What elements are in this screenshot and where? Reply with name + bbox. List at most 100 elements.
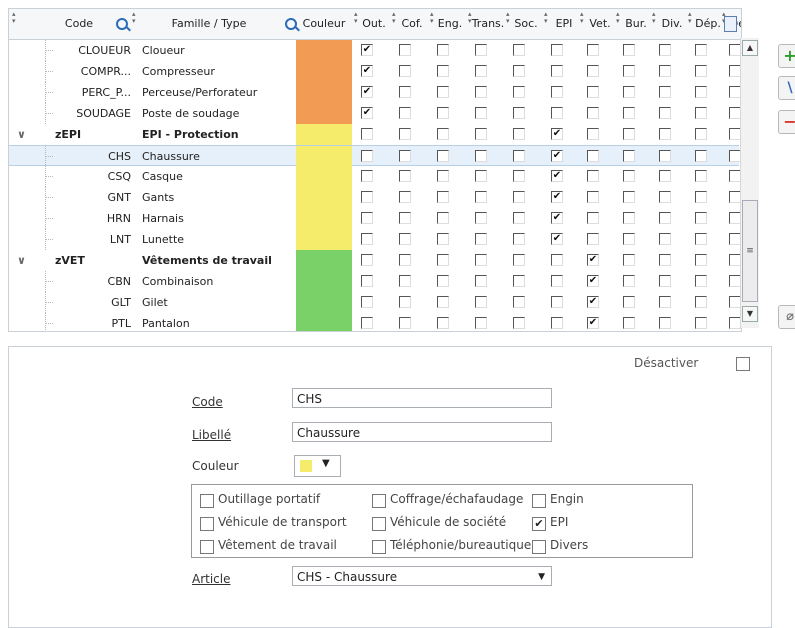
header-flag[interactable]: Div. [655,9,689,39]
flag-checkbox[interactable] [437,296,449,308]
flag-checkbox[interactable] [513,254,525,266]
search-code-icon[interactable] [116,18,128,30]
edit-button[interactable]: \ [778,76,795,100]
flag-checkbox[interactable] [513,275,525,287]
flag-checkbox[interactable] [513,107,525,119]
flag-checkbox[interactable]: ✔ [587,254,599,266]
flag-checkbox[interactable] [623,275,635,287]
flag-checkbox[interactable] [399,233,411,245]
flag-checkbox[interactable] [475,317,487,329]
family-grid[interactable]: ▴ ▾ Code ▴ ▾ Famille / Type Couleur ▴ ▾ Out.… [8,8,742,332]
table-row[interactable]: CSQ Casque ✔ [9,166,741,187]
flag-checkbox[interactable] [475,65,487,77]
header-flag[interactable]: Cof. [395,9,429,39]
flag-checkbox[interactable] [475,150,487,162]
flag-checkbox[interactable]: ✔ [551,212,563,224]
flag-checkbox[interactable] [361,150,373,162]
header-flag[interactable]: EPI [547,9,581,39]
flag-checkbox[interactable] [659,170,671,182]
flag-checkbox[interactable] [361,275,373,287]
couleur-picker[interactable]: ▼ [294,455,341,477]
option-checkbox[interactable]: ✔ [532,517,546,531]
flag-checkbox[interactable] [437,150,449,162]
flag-checkbox[interactable] [623,317,635,329]
flag-checkbox[interactable]: ✔ [587,275,599,287]
flag-checkbox[interactable] [587,44,599,56]
flag-checkbox[interactable]: ✔ [551,150,563,162]
flag-checkbox[interactable] [475,107,487,119]
flag-checkbox[interactable] [695,44,707,56]
flag-checkbox[interactable] [551,107,563,119]
flag-checkbox[interactable] [361,191,373,203]
flag-checkbox[interactable] [659,191,671,203]
flag-checkbox[interactable] [551,296,563,308]
flag-checkbox[interactable] [551,86,563,98]
flag-checkbox[interactable] [659,128,671,140]
sort-indicator-icon[interactable]: ▴▾ [12,11,16,25]
flag-checkbox[interactable] [695,275,707,287]
flag-checkbox[interactable] [623,44,635,56]
add-button[interactable]: + [778,44,795,68]
option-checkbox[interactable] [200,517,214,531]
header-flag[interactable]: Out. [357,9,391,39]
flag-checkbox[interactable] [659,107,671,119]
table-row[interactable]: SOUDAGE Poste de soudage ✔ [9,103,741,124]
flag-checkbox[interactable]: ✔ [551,233,563,245]
flag-checkbox[interactable] [361,233,373,245]
flag-checkbox[interactable] [437,317,449,329]
header-flag[interactable]: Soc. [509,9,543,39]
header-couleur[interactable]: Couleur [296,9,352,39]
flag-checkbox[interactable] [513,150,525,162]
flag-checkbox[interactable] [399,191,411,203]
group-row[interactable]: ∨ zEPI EPI - Protection ✔ [9,124,741,145]
table-row[interactable]: LNT Lunette ✔ [9,229,741,250]
flag-checkbox[interactable] [399,86,411,98]
header-flag[interactable]: Dép. [691,9,725,39]
flag-checkbox[interactable] [587,191,599,203]
flag-checkbox[interactable] [437,128,449,140]
flag-checkbox[interactable] [475,254,487,266]
flag-checkbox[interactable] [623,65,635,77]
flag-checkbox[interactable] [513,44,525,56]
flag-checkbox[interactable] [513,128,525,140]
flag-checkbox[interactable] [695,317,707,329]
flag-checkbox[interactable] [475,170,487,182]
flag-checkbox[interactable] [695,233,707,245]
option-checkbox[interactable] [372,517,386,531]
flag-checkbox[interactable] [623,170,635,182]
flag-checkbox[interactable] [587,128,599,140]
flag-checkbox[interactable]: ✔ [551,170,563,182]
flag-checkbox[interactable] [361,128,373,140]
flag-checkbox[interactable] [659,65,671,77]
article-select[interactable]: CHS - Chaussure ▼ [292,566,552,586]
flag-checkbox[interactable] [659,44,671,56]
flag-checkbox[interactable] [475,296,487,308]
flag-checkbox[interactable] [587,150,599,162]
grid-scrollbar[interactable]: ▲ ≡ ▼ [740,38,759,328]
header-flag[interactable]: Eng. [433,9,467,39]
flag-checkbox[interactable] [437,86,449,98]
option-checkbox[interactable] [532,494,546,508]
flag-checkbox[interactable] [587,212,599,224]
flag-checkbox[interactable] [659,275,671,287]
header-code[interactable]: Code [49,9,109,39]
flag-checkbox[interactable] [513,296,525,308]
flag-checkbox[interactable] [695,86,707,98]
table-row[interactable]: CHS Chaussure ✔ [9,145,741,167]
flag-checkbox[interactable] [361,296,373,308]
table-row[interactable]: CBN Combinaison ✔ [9,271,741,292]
flag-checkbox[interactable]: ✔ [361,65,373,77]
attach-button[interactable]: ⌀ [778,305,795,329]
table-row[interactable]: GNT Gants ✔ [9,187,741,208]
flag-checkbox[interactable]: ✔ [551,128,563,140]
flag-checkbox[interactable] [587,233,599,245]
flag-checkbox[interactable] [551,44,563,56]
desactiver-checkbox[interactable] [736,357,750,371]
flag-checkbox[interactable] [513,191,525,203]
flag-checkbox[interactable] [475,86,487,98]
group-row[interactable]: ∨ zVET Vêtements de travail ✔ [9,250,741,271]
flag-checkbox[interactable] [551,317,563,329]
flag-checkbox[interactable] [659,317,671,329]
option-checkbox[interactable] [372,494,386,508]
flag-checkbox[interactable] [695,212,707,224]
